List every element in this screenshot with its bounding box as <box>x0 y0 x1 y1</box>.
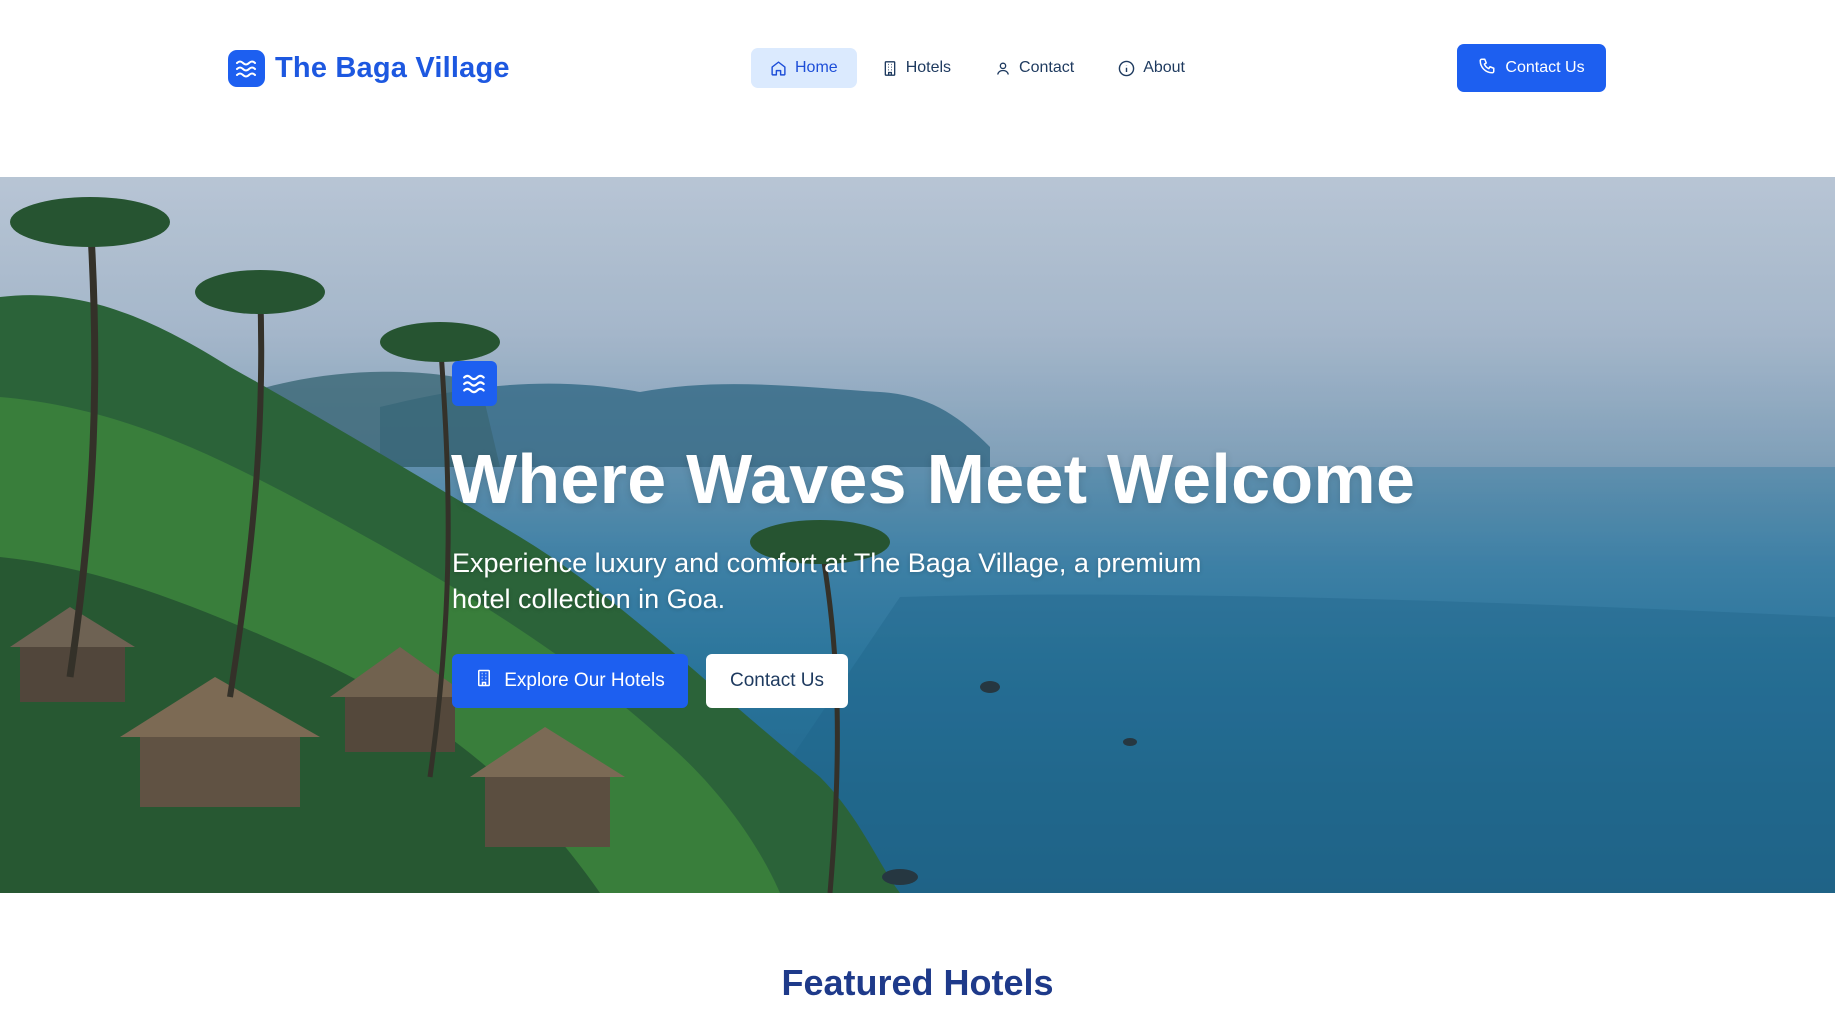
nav-item-about[interactable]: About <box>1099 48 1204 88</box>
contact-us-label: Contact Us <box>1505 59 1585 76</box>
hero-section: Where Waves Meet Welcome Experience luxu… <box>0 177 1835 893</box>
nav-item-hotels[interactable]: Hotels <box>863 48 970 88</box>
nav-item-contact[interactable]: Contact <box>976 48 1093 88</box>
brand-name: The Baga Village <box>275 52 510 84</box>
nav-label-home: Home <box>795 59 838 76</box>
explore-hotels-label: Explore Our Hotels <box>504 670 665 691</box>
contact-us-button[interactable]: Contact Us <box>1457 44 1606 92</box>
nav-label-about: About <box>1143 59 1185 76</box>
building-icon <box>882 60 898 77</box>
building-icon <box>475 668 493 694</box>
nav-label-hotels: Hotels <box>905 59 952 76</box>
hero-title: Where Waves Meet Welcome <box>451 440 1416 518</box>
main-nav: Home Hotels Contact About <box>751 48 1204 88</box>
home-icon <box>770 60 787 77</box>
user-icon <box>995 60 1011 77</box>
site-header: The Baga Village Home Hotels Contact Abo… <box>0 0 1835 177</box>
waves-icon <box>228 50 265 87</box>
phone-icon <box>1478 57 1496 80</box>
info-icon <box>1118 60 1135 77</box>
hero-contact-button[interactable]: Contact Us <box>706 654 848 708</box>
featured-hotels-title: Featured Hotels <box>781 962 1054 1003</box>
nav-item-home[interactable]: Home <box>751 48 857 88</box>
hero-overlay <box>0 177 1835 893</box>
waves-icon <box>452 361 497 406</box>
hero-subtitle: Experience luxury and comfort at The Bag… <box>452 548 1202 614</box>
explore-hotels-button[interactable]: Explore Our Hotels <box>452 654 688 708</box>
nav-label-contact: Contact <box>1019 59 1075 76</box>
brand-logo[interactable]: The Baga Village <box>228 50 510 87</box>
